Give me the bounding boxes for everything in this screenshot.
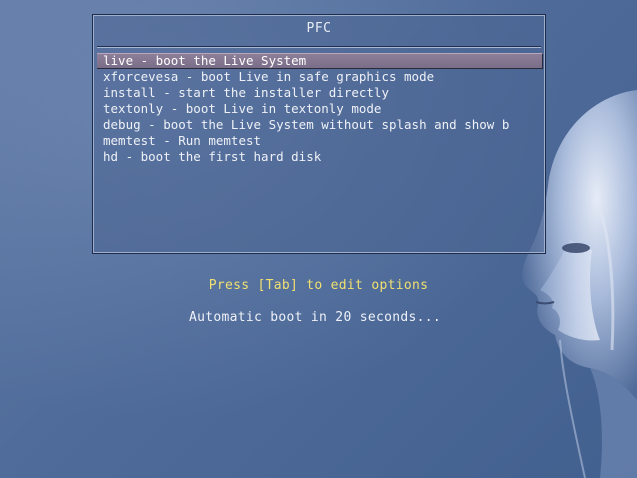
boot-countdown: Automatic boot in 20 seconds...	[189, 310, 441, 325]
menu-item-memtest[interactable]: memtest - Run memtest	[97, 133, 543, 149]
menu-item-debug[interactable]: debug - boot the Live System without spl…	[97, 117, 543, 133]
boot-options-list: live - boot the Live System xforcevesa -…	[97, 53, 543, 165]
edit-options-hint: Press [Tab] to edit options	[208, 278, 429, 293]
menu-item-install[interactable]: install - start the installer directly	[97, 85, 543, 101]
menu-item-hd[interactable]: hd - boot the first hard disk	[97, 149, 543, 165]
title-separator	[97, 46, 541, 48]
menu-item-live[interactable]: live - boot the Live System	[97, 53, 543, 69]
menu-item-textonly[interactable]: textonly - boot Live in textonly mode	[97, 101, 543, 117]
boot-menu: PFC live - boot the Live System xforceve…	[92, 14, 546, 254]
menu-item-xforcevesa[interactable]: xforcevesa - boot Live in safe graphics …	[97, 69, 543, 85]
menu-title: PFC	[306, 21, 332, 36]
